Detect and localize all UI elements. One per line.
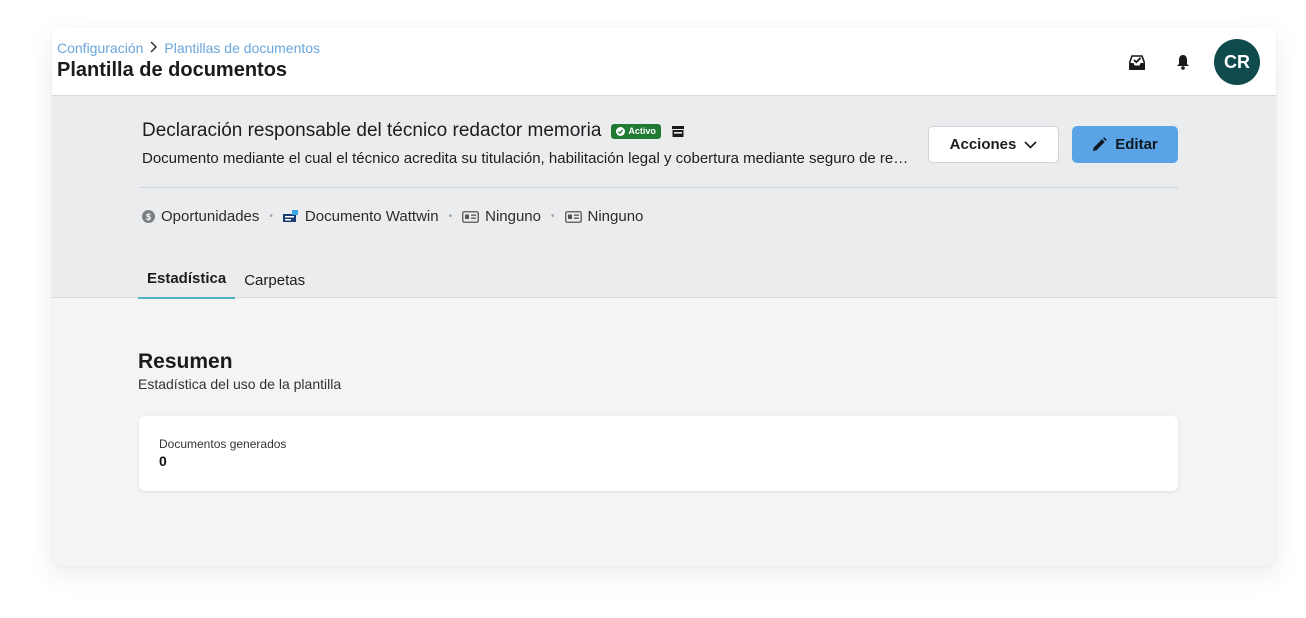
- meta-label: Documento Wattwin: [304, 208, 439, 225]
- separator-dot: •: [551, 211, 555, 222]
- actions-label: Acciones: [949, 136, 1017, 153]
- status-badge-label: Activo: [628, 126, 656, 136]
- separator-dot: •: [269, 211, 273, 222]
- summary-subtitle: Estadística del uso de la plantilla: [138, 376, 342, 392]
- separator-dot: •: [448, 211, 453, 222]
- page-title: Plantilla de documentos: [57, 59, 288, 81]
- wattwin-doc-icon: [282, 209, 298, 222]
- status-badge: Activo: [611, 123, 661, 139]
- tab-bar: Estadística Carpetas: [138, 266, 314, 299]
- pencil-icon: [1093, 137, 1108, 151]
- bell-icon: [1177, 55, 1189, 70]
- document-detail-header: Declaración responsable del técnico reda…: [52, 96, 1276, 299]
- document-description: Documento mediante el cual el técnico ac…: [142, 150, 912, 167]
- edit-label: Editar: [1115, 136, 1158, 153]
- meta-item-field-2: Ninguno: [564, 208, 644, 225]
- summary-title: Resumen: [138, 350, 233, 373]
- top-header: Configuración Plantillas de documentos P…: [52, 28, 1276, 96]
- meta-item-category: $ Oportunidades: [142, 208, 259, 225]
- stat-value: 0: [159, 453, 167, 469]
- app-window: Configuración Plantillas de documentos P…: [52, 28, 1276, 566]
- check-circle-icon: [616, 126, 626, 136]
- stat-label: Documentos generados: [159, 437, 287, 451]
- meta-item-doc-type: Documento Wattwin: [282, 208, 439, 225]
- meta-label: Ninguno: [587, 208, 644, 225]
- avatar[interactable]: CR: [1214, 39, 1260, 85]
- breadcrumb: Configuración Plantillas de documentos: [57, 40, 320, 56]
- id-card-icon: [462, 210, 480, 223]
- tab-carpetas[interactable]: Carpetas: [235, 268, 314, 299]
- meta-label: Ninguno: [485, 208, 541, 225]
- store-icon[interactable]: [671, 125, 685, 138]
- document-title: Declaración responsable del técnico reda…: [142, 120, 602, 141]
- divider: [140, 187, 1178, 188]
- edit-button[interactable]: Editar: [1072, 126, 1178, 163]
- meta-label: Oportunidades: [161, 208, 260, 225]
- breadcrumb-separator-icon: [149, 40, 158, 56]
- breadcrumb-item-plantillas[interactable]: Plantillas de documentos: [164, 40, 320, 56]
- notifications-button[interactable]: [1160, 39, 1206, 85]
- stat-card-documents: Documentos generados 0: [139, 416, 1178, 491]
- inbox-check-button[interactable]: [1114, 39, 1160, 85]
- document-meta-row: $ Oportunidades • Documento Wattwin • Ni…: [142, 208, 643, 225]
- actions-dropdown-button[interactable]: Acciones: [928, 126, 1059, 163]
- inbox-check-icon: [1128, 54, 1146, 70]
- meta-item-field-1: Ninguno: [462, 208, 541, 225]
- chevron-down-icon: [1024, 140, 1037, 149]
- svg-text:$: $: [146, 212, 151, 222]
- document-title-row: Declaración responsable del técnico reda…: [142, 120, 685, 142]
- header-actions: CR: [1114, 39, 1260, 85]
- breadcrumb-item-configuracion[interactable]: Configuración: [57, 40, 143, 56]
- id-card-icon: [564, 210, 582, 223]
- dollar-circle-icon: $: [142, 210, 155, 223]
- tab-estadistica[interactable]: Estadística: [138, 266, 236, 299]
